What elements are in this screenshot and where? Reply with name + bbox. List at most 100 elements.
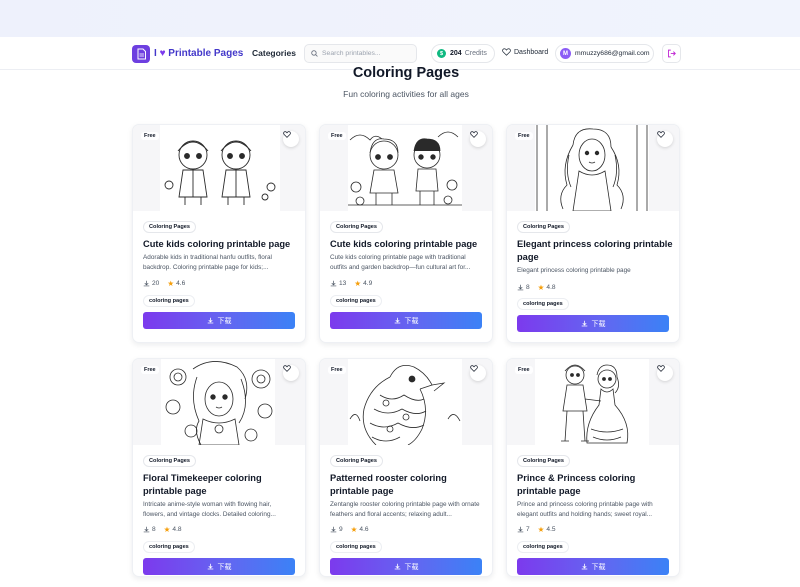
download-icon [581, 563, 587, 570]
heart-icon: ♥ [159, 48, 166, 59]
favorite-button[interactable] [657, 365, 673, 381]
keyword-tag[interactable]: coloring pages [143, 295, 195, 307]
heart-outline-icon [657, 131, 665, 138]
star-icon: ★ [350, 525, 358, 534]
download-button[interactable]: 下载 [330, 558, 482, 575]
logout-button[interactable] [662, 44, 681, 63]
rating-value: 4.8 [172, 526, 182, 533]
category-tag[interactable]: Coloring Pages [143, 221, 197, 233]
search-icon [311, 50, 318, 57]
nav-categories-link[interactable]: Categories [252, 48, 296, 58]
category-tag[interactable]: Coloring Pages [330, 455, 384, 467]
star-icon: ★ [163, 525, 171, 534]
search-input[interactable] [322, 50, 412, 57]
card-title[interactable]: Cute kids coloring printable page [143, 238, 299, 251]
download-button[interactable]: 下载 [330, 312, 482, 329]
keyword-tag[interactable]: coloring pages [143, 541, 195, 553]
favorite-button[interactable] [283, 365, 299, 381]
card-description: Zentangle rooster coloring printable pag… [330, 501, 480, 518]
card-stats: 13 ★ 4.9 [330, 279, 372, 288]
favorite-button[interactable] [657, 131, 673, 147]
card-description: Prince and princess coloring printable p… [517, 501, 653, 518]
heart-outline-icon [470, 131, 478, 138]
favorite-button[interactable] [283, 131, 299, 147]
download-button[interactable]: 下载 [143, 558, 295, 575]
heart-outline-icon [283, 365, 291, 372]
download-button[interactable]: 下载 [143, 312, 295, 329]
download-count: 13 [339, 280, 347, 287]
category-tag[interactable]: Coloring Pages [330, 221, 384, 233]
download-button-label: 下载 [217, 317, 232, 325]
download-icon [207, 563, 213, 570]
card-title[interactable]: Cute kids coloring printable page [330, 238, 486, 251]
download-count: 8 [526, 284, 530, 291]
dashboard-link[interactable]: Dashboard [502, 48, 548, 56]
favorite-button[interactable] [470, 131, 486, 147]
card-title[interactable]: Elegant princess coloring printable page [517, 238, 673, 263]
card-stats: 20 ★ 4.6 [143, 279, 185, 288]
download-count: 20 [152, 280, 160, 287]
category-tag[interactable]: Coloring Pages [517, 455, 571, 467]
download-icon [143, 526, 150, 533]
card-title[interactable]: Floral Timekeeper coloring printable pag… [143, 472, 299, 497]
keyword-tag[interactable]: coloring pages [330, 541, 382, 553]
category-tag[interactable]: Coloring Pages [517, 221, 571, 233]
card-cute-kids-1[interactable]: Free Coloring Pages Cute kids coloring p… [132, 124, 306, 343]
category-tag[interactable]: Coloring Pages [143, 455, 197, 467]
card-image-cute-kids[interactable]: Free [133, 125, 305, 211]
dashboard-label: Dashboard [514, 48, 549, 56]
card-description: Adorable kids in traditional hanfu outfi… [143, 254, 272, 271]
credits-badge[interactable]: $ 204 Credits [431, 44, 495, 63]
download-icon [143, 280, 150, 287]
keyword-tag[interactable]: coloring pages [517, 541, 569, 553]
card-prince-princess[interactable]: Free Coloring Pages Prince & Princess co… [506, 358, 680, 577]
credits-label: Credits [464, 50, 487, 57]
card-image-elegant-princess[interactable]: Free [507, 125, 679, 211]
card-image-patterned-rooster[interactable]: Free [320, 359, 492, 445]
card-description: Intricate anime-style woman with flowing… [143, 501, 276, 518]
search-box[interactable] [304, 44, 417, 63]
card-image-cute-kids-garden[interactable]: Free [320, 125, 492, 211]
download-button-label: 下载 [404, 317, 419, 325]
card-title[interactable]: Prince & Princess coloring printable pag… [517, 472, 673, 497]
free-badge: Free [328, 132, 346, 140]
card-description: Elegant princess coloring printable page [517, 267, 631, 274]
card-patterned-rooster[interactable]: Free Coloring Pages Patterned rooster co… [319, 358, 493, 577]
download-count: 8 [152, 526, 156, 533]
card-title[interactable]: Patterned rooster coloring printable pag… [330, 472, 486, 497]
star-icon: ★ [537, 525, 545, 534]
card-image-floral-timekeeper[interactable]: Free [133, 359, 305, 445]
logout-icon [668, 49, 676, 58]
download-icon [330, 526, 337, 533]
download-icon [394, 317, 400, 324]
page-title: Coloring Pages [352, 65, 460, 81]
download-button-label: 下载 [591, 320, 606, 328]
brand-prefix: I [154, 48, 157, 59]
rating-value: 4.5 [546, 526, 556, 533]
rating-value: 4.8 [546, 284, 556, 291]
user-menu[interactable]: M mmuzzy686@gmail.com [555, 44, 654, 63]
card-cute-kids-2[interactable]: Free Coloring Pages Cute kids coloring p… [319, 124, 493, 343]
heart-outline-icon [470, 365, 478, 372]
download-count: 9 [339, 526, 343, 533]
card-stats: 9 ★ 4.6 [330, 525, 369, 534]
keyword-tag[interactable]: coloring pages [330, 295, 382, 307]
download-count: 7 [526, 526, 530, 533]
download-button-label: 下载 [217, 563, 232, 571]
brand-name[interactable]: I ♥ Printable Pages [154, 48, 243, 59]
card-description: Cute kids coloring printable page with t… [330, 254, 471, 271]
page-subtitle: Fun coloring activities for all ages [343, 89, 469, 99]
rating-value: 4.6 [359, 526, 369, 533]
download-button[interactable]: 下载 [517, 558, 669, 575]
heart-outline-icon [502, 48, 511, 56]
card-stats: 7 ★ 4.5 [517, 525, 556, 534]
star-icon: ★ [354, 279, 362, 288]
keyword-tag[interactable]: coloring pages [517, 298, 569, 310]
download-button[interactable]: 下载 [517, 315, 669, 332]
card-floral-timekeeper[interactable]: Free Coloring Pages Floral Timekeeper co… [132, 358, 306, 577]
card-image-prince-princess[interactable]: Free [507, 359, 679, 445]
heart-outline-icon [657, 365, 665, 372]
logo-document-icon[interactable] [132, 45, 150, 63]
card-elegant-princess[interactable]: Free Coloring Pages Elegant princess col… [506, 124, 680, 343]
favorite-button[interactable] [470, 365, 486, 381]
